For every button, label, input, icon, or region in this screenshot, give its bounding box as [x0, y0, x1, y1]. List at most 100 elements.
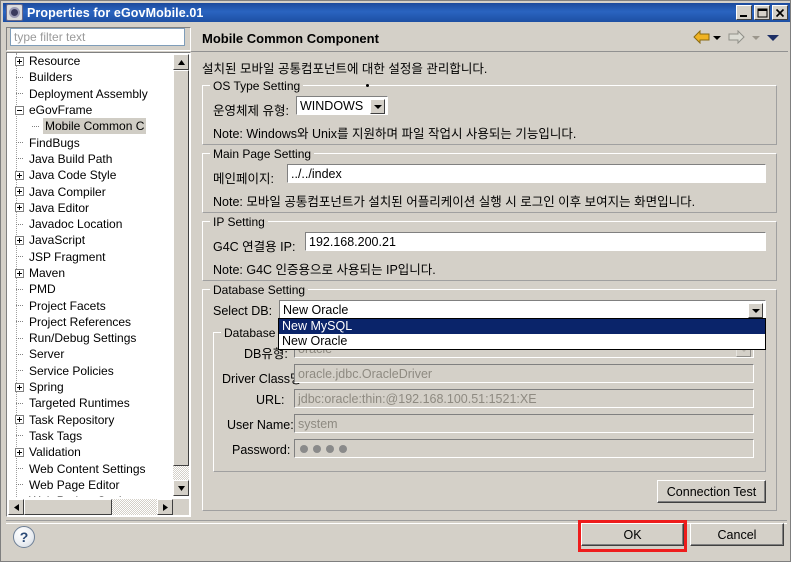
forward-history-chevron-down-icon[interactable]	[752, 36, 760, 40]
tree-expand-plus-icon[interactable]	[15, 448, 24, 457]
back-history-chevron-down-icon[interactable]	[713, 36, 721, 40]
maximize-button[interactable]	[754, 5, 770, 20]
tree-item[interactable]: Resource	[7, 53, 170, 69]
tree-leaf-icon	[15, 252, 24, 261]
tree-item[interactable]: Javadoc Location	[7, 216, 170, 232]
tree-item[interactable]: Deployment Assembly	[7, 86, 170, 102]
window-titlebar: Properties for eGovMobile.01	[3, 3, 790, 22]
tree-hscroll-thumb[interactable]	[24, 499, 112, 515]
tree-item[interactable]: Service Policies	[7, 363, 170, 379]
scrollbar-corner	[173, 499, 189, 515]
select-db-chevron-down-icon[interactable]	[748, 303, 763, 318]
user-name-input[interactable]: system	[294, 414, 754, 433]
tree-item-label: PMD	[27, 281, 58, 297]
tree-item-label: Builders	[27, 69, 74, 85]
tree-expand-plus-icon[interactable]	[15, 203, 24, 212]
settings-tree[interactable]: ResourceBuildersDeployment AssemblyeGovF…	[7, 53, 170, 497]
database-info-group: Database DB유형: oracle Driver Class명: ora…	[213, 332, 766, 472]
window-controls	[736, 5, 788, 20]
filter-input[interactable]: type filter text	[10, 28, 185, 46]
select-db-combo[interactable]: New Oracle	[279, 300, 766, 319]
scroll-down-button[interactable]	[173, 480, 189, 496]
page-menu-chevron-down-icon[interactable]	[767, 35, 779, 41]
tree-item-label: JavaScript	[27, 232, 87, 248]
tree-item[interactable]: JSP Fragment	[7, 249, 170, 265]
tree-expand-plus-icon[interactable]	[15, 415, 24, 424]
tree-item[interactable]: Web Project Settings	[7, 493, 170, 497]
ip-setting-title: IP Setting	[210, 215, 268, 229]
connection-test-button[interactable]: Connection Test	[657, 480, 766, 503]
tree-item[interactable]: Java Build Path	[7, 151, 170, 167]
tree-item[interactable]: FindBugs	[7, 134, 170, 150]
tree-item-label: Project References	[27, 314, 133, 330]
minimize-button[interactable]	[736, 5, 752, 20]
back-arrow-icon[interactable]	[693, 30, 710, 47]
tree-item[interactable]: JavaScript	[7, 232, 170, 248]
tree-item[interactable]: eGovFrame	[7, 102, 170, 118]
os-type-combo-chevron-down-icon[interactable]	[370, 99, 385, 114]
scroll-left-button[interactable]	[8, 499, 24, 515]
tree-item[interactable]: Java Code Style	[7, 167, 170, 183]
forward-arrow-icon[interactable]	[728, 30, 745, 47]
tree-leaf-icon	[15, 334, 24, 343]
tree-expand-plus-icon[interactable]	[15, 269, 24, 278]
tree-item[interactable]: Task Repository	[7, 412, 170, 428]
os-type-combo[interactable]: WINDOWS	[296, 96, 388, 115]
connection-test-label: Connection Test	[667, 485, 756, 499]
close-button[interactable]	[772, 5, 788, 20]
password-input[interactable]	[294, 439, 754, 458]
tree-item[interactable]: Run/Debug Settings	[7, 330, 170, 346]
settings-tree-pane: type filter text ResourceBuildersDeploym…	[6, 27, 186, 517]
tree-expand-plus-icon[interactable]	[15, 57, 24, 66]
os-type-setting-group: OS Type Setting 운영체제 유형: WINDOWS Note: W…	[202, 85, 777, 145]
select-db-dropdown-list[interactable]: New MySQLNew Oracle	[278, 318, 766, 350]
help-question-icon[interactable]: ?	[13, 526, 35, 548]
database-info-title: Database	[221, 326, 278, 340]
user-name-value: system	[298, 417, 338, 431]
tree-item-label: Task Repository	[27, 412, 116, 428]
tree-expand-plus-icon[interactable]	[15, 171, 24, 180]
scroll-right-button[interactable]	[157, 499, 173, 515]
tree-item[interactable]: Web Page Editor	[7, 477, 170, 493]
tree-item[interactable]: Validation	[7, 444, 170, 460]
tree-expand-plus-icon[interactable]	[15, 383, 24, 392]
tree-item[interactable]: Builders	[7, 69, 170, 85]
tree-collapse-minus-icon[interactable]	[15, 106, 24, 115]
tree-item-label: Spring	[27, 379, 66, 395]
tree-expand-plus-icon[interactable]	[15, 187, 24, 196]
tree-item[interactable]: Java Editor	[7, 200, 170, 216]
tree-vertical-scrollbar[interactable]	[173, 54, 189, 496]
tree-item-label: Java Editor	[27, 200, 91, 216]
cancel-button[interactable]: Cancel	[690, 523, 784, 546]
main-page-note: Note: 모바일 공통컴포넌트가 설치된 어플리케이션 실행 시 로그인 이후…	[213, 191, 695, 210]
tree-item-label: Service Policies	[27, 363, 116, 379]
driver-class-input[interactable]: oracle.jdbc.OracleDriver	[294, 364, 754, 383]
database-setting-title: Database Setting	[210, 283, 308, 297]
dropdown-option[interactable]: New MySQL	[279, 319, 765, 334]
tree-item[interactable]: Maven	[7, 265, 170, 281]
tree-vscroll-thumb[interactable]	[173, 70, 189, 466]
tree-item-label: Deployment Assembly	[27, 86, 150, 102]
os-type-note: Note: Windows와 Unix를 지원하며 파일 작업시 사용되는 기능…	[213, 123, 576, 142]
tree-item[interactable]: Project Facets	[7, 297, 170, 313]
tree-item[interactable]: PMD	[7, 281, 170, 297]
page-nav-icons	[693, 30, 779, 47]
tree-item[interactable]: Mobile Common C	[7, 118, 170, 134]
tree-item[interactable]: Java Compiler	[7, 183, 170, 199]
tree-expand-plus-icon[interactable]	[15, 236, 24, 245]
url-value: jdbc:oracle:thin:@192.168.100.51:1521:XE	[298, 392, 537, 406]
ip-input[interactable]: 192.168.200.21	[305, 232, 766, 251]
url-label: URL:	[256, 393, 284, 407]
tree-item[interactable]: Server	[7, 346, 170, 362]
dropdown-option[interactable]: New Oracle	[279, 334, 765, 349]
tree-item[interactable]: Spring	[7, 379, 170, 395]
tree-item[interactable]: Targeted Runtimes	[7, 395, 170, 411]
tree-item[interactable]: Web Content Settings	[7, 460, 170, 476]
tree-item[interactable]: Task Tags	[7, 428, 170, 444]
tree-item[interactable]: Project References	[7, 314, 170, 330]
scroll-up-button[interactable]	[173, 54, 189, 70]
tree-horizontal-scrollbar[interactable]	[8, 499, 173, 515]
url-input[interactable]: jdbc:oracle:thin:@192.168.100.51:1521:XE	[294, 389, 754, 408]
tree-item-label: Javadoc Location	[27, 216, 124, 232]
main-page-input[interactable]: ../../index	[287, 164, 766, 183]
